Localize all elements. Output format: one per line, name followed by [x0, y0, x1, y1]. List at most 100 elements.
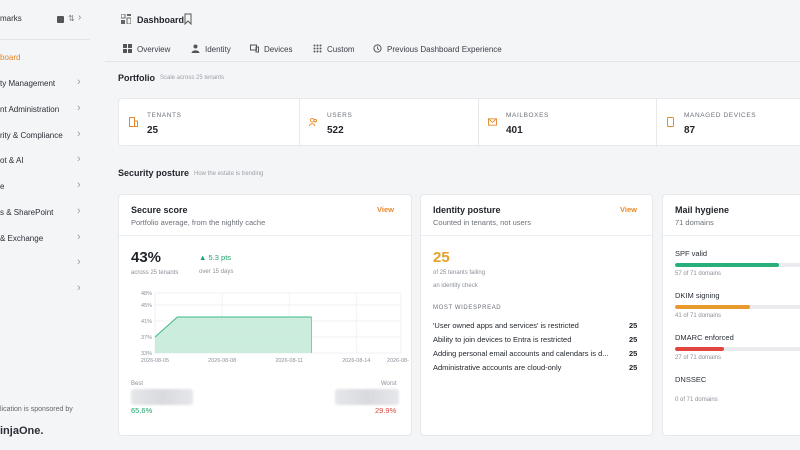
tile-value: 25: [147, 125, 159, 136]
score-area: [155, 317, 312, 353]
sort-icon[interactable]: ⇅: [68, 14, 75, 23]
mail-check-label: DMARC enforced: [675, 333, 734, 342]
card-divider: [119, 235, 411, 236]
mail-check-label: DNSSEC: [675, 375, 707, 384]
secure-score-value: 43%: [131, 249, 162, 266]
sponsor-logo[interactable]: injaOne.: [0, 425, 43, 437]
identity-check-label[interactable]: Ability to join devices to Entra is rest…: [433, 335, 571, 344]
view-link[interactable]: View: [620, 205, 637, 214]
tab-devices[interactable]: Devices: [250, 44, 292, 58]
tab-overview[interactable]: Overview: [123, 44, 170, 58]
y-tick-label: 33%: [141, 351, 152, 357]
y-tick-label: 41%: [141, 319, 152, 325]
tile-mailboxes[interactable]: MAILBOXES 401: [478, 99, 656, 147]
secure-score-chart: 33% 37% 41% 45% 48% 2026-08-05 2026-08-08 2026-…: [141, 291, 409, 364]
y-tick-label: 45%: [141, 303, 152, 309]
delta-value: 5.3 pts: [208, 253, 232, 262]
sidebar-item-identity-management[interactable]: ty Management ›: [0, 76, 90, 92]
mail-check-bar-fill: [675, 347, 725, 351]
sidebar-item-intune[interactable]: e ›: [0, 179, 90, 195]
mail-check-bar: [675, 347, 800, 351]
bookmark-icon[interactable]: [183, 13, 193, 25]
tab-bar: Overview Identity Devices Custom Previou…: [105, 38, 800, 62]
tile-value: 87: [684, 125, 696, 136]
x-tick-label: 2026-08-08: [208, 358, 236, 364]
sidebar-item-dashboard[interactable]: board: [0, 50, 90, 66]
identity-check-label[interactable]: 'User owned apps and services' is restri…: [433, 321, 579, 330]
sidebar-item-label: ot & AI: [0, 156, 24, 165]
view-link[interactable]: View: [377, 205, 394, 214]
dots-grid-icon: [313, 44, 322, 53]
card-title: Identity posture: [433, 205, 501, 215]
bookmarks-label: marks: [0, 14, 22, 23]
sidebar-item-more-2[interactable]: ›: [0, 282, 90, 298]
identity-caption-1: of 25 tenants failing: [433, 270, 486, 276]
portfolio-subtitle: Scale across 25 tenants: [160, 75, 225, 81]
chevron-right-icon: ›: [77, 205, 81, 217]
sidebar-item-teams-sharepoint[interactable]: s & SharePoint ›: [0, 205, 90, 221]
widespread-label: MOST WIDESPREAD: [433, 305, 502, 311]
page-title: Dashboard: [137, 15, 185, 25]
tile-users[interactable]: USERS 522: [299, 99, 478, 147]
user-icon: [191, 44, 200, 53]
history-icon: [373, 44, 382, 53]
identity-check-label[interactable]: Adding personal email accounts and calen…: [433, 349, 609, 358]
identity-failing-value: 25: [433, 249, 450, 266]
tile-value: 522: [327, 125, 344, 136]
portfolio-title: Portfolio: [118, 73, 155, 83]
chevron-right-icon[interactable]: ›: [78, 12, 81, 23]
dashboard-icon: [121, 14, 131, 24]
tab-label: Overview: [137, 45, 171, 54]
mail-check-label: SPF valid: [675, 249, 708, 258]
trend-up-icon: ▲: [199, 253, 209, 262]
lock-icon[interactable]: [57, 16, 64, 23]
sidebar-item-email-exchange[interactable]: & Exchange ›: [0, 231, 90, 247]
worst-value: 29.9%: [375, 406, 397, 415]
devices-icon: [250, 44, 259, 53]
tab-label: Devices: [264, 45, 293, 54]
card-subtitle: 71 domains: [675, 218, 714, 227]
tab-identity[interactable]: Identity: [191, 44, 231, 58]
building-icon: [129, 117, 138, 127]
tab-previous-dashboard[interactable]: Previous Dashboard Experience: [373, 44, 502, 58]
x-tick-label: 2026-08-11: [275, 358, 303, 364]
identity-posture-card: Identity posture Counted in tenants, not…: [420, 194, 653, 436]
card-subtitle: Counted in tenants, not users: [433, 218, 531, 227]
bookmarks-header[interactable]: marks ⇅ ›: [0, 12, 100, 30]
x-tick-label: 2026-08-16: [387, 358, 409, 364]
delta-caption: over 15 days: [199, 269, 234, 275]
sidebar-item-tenant-administration[interactable]: nt Administration ›: [0, 102, 90, 118]
sidebar-item-more-1[interactable]: ›: [0, 256, 90, 272]
x-tick-label: 2026-08-05: [141, 358, 169, 364]
users-icon: [309, 117, 318, 127]
grid-icon: [123, 44, 132, 53]
chevron-right-icon: ›: [77, 76, 81, 88]
mail-check-bar: [675, 263, 800, 267]
chevron-right-icon: ›: [77, 102, 81, 114]
tile-label: MAILBOXES: [506, 112, 549, 119]
worst-tenant-redacted: [335, 389, 399, 405]
sidebar-item-label: ty Management: [0, 79, 56, 88]
identity-check-label[interactable]: Administrative accounts are cloud-only: [433, 363, 561, 372]
secure-score-caption: across 25 tenants: [131, 270, 179, 276]
best-tenant-redacted: [131, 389, 193, 405]
sidebar-item-security-compliance[interactable]: rity & Compliance ›: [0, 128, 90, 144]
chevron-right-icon: ›: [77, 128, 81, 140]
chevron-right-icon: ›: [77, 282, 81, 294]
tab-custom[interactable]: Custom: [313, 44, 355, 58]
worst-label: Worst: [381, 381, 397, 387]
phone-icon: [667, 117, 674, 127]
identity-check-count: 25: [629, 321, 638, 330]
mail-icon: [488, 118, 497, 126]
chevron-right-icon: ›: [77, 256, 81, 268]
card-title: Secure score: [131, 205, 188, 215]
tile-tenants[interactable]: TENANTS 25: [119, 99, 299, 147]
tile-managed-devices[interactable]: MANAGED DEVICES 87: [656, 99, 800, 147]
chevron-right-icon: ›: [77, 231, 81, 243]
card-divider: [663, 235, 800, 236]
secure-score-delta: ▲ 5.3 pts: [199, 253, 231, 262]
topbar: Dashboard: [105, 0, 800, 38]
sponsor-logo-text: injaOne.: [0, 425, 44, 437]
sidebar-item-copilot-ai[interactable]: ot & AI ›: [0, 153, 90, 169]
mail-check-bar: [675, 305, 800, 309]
